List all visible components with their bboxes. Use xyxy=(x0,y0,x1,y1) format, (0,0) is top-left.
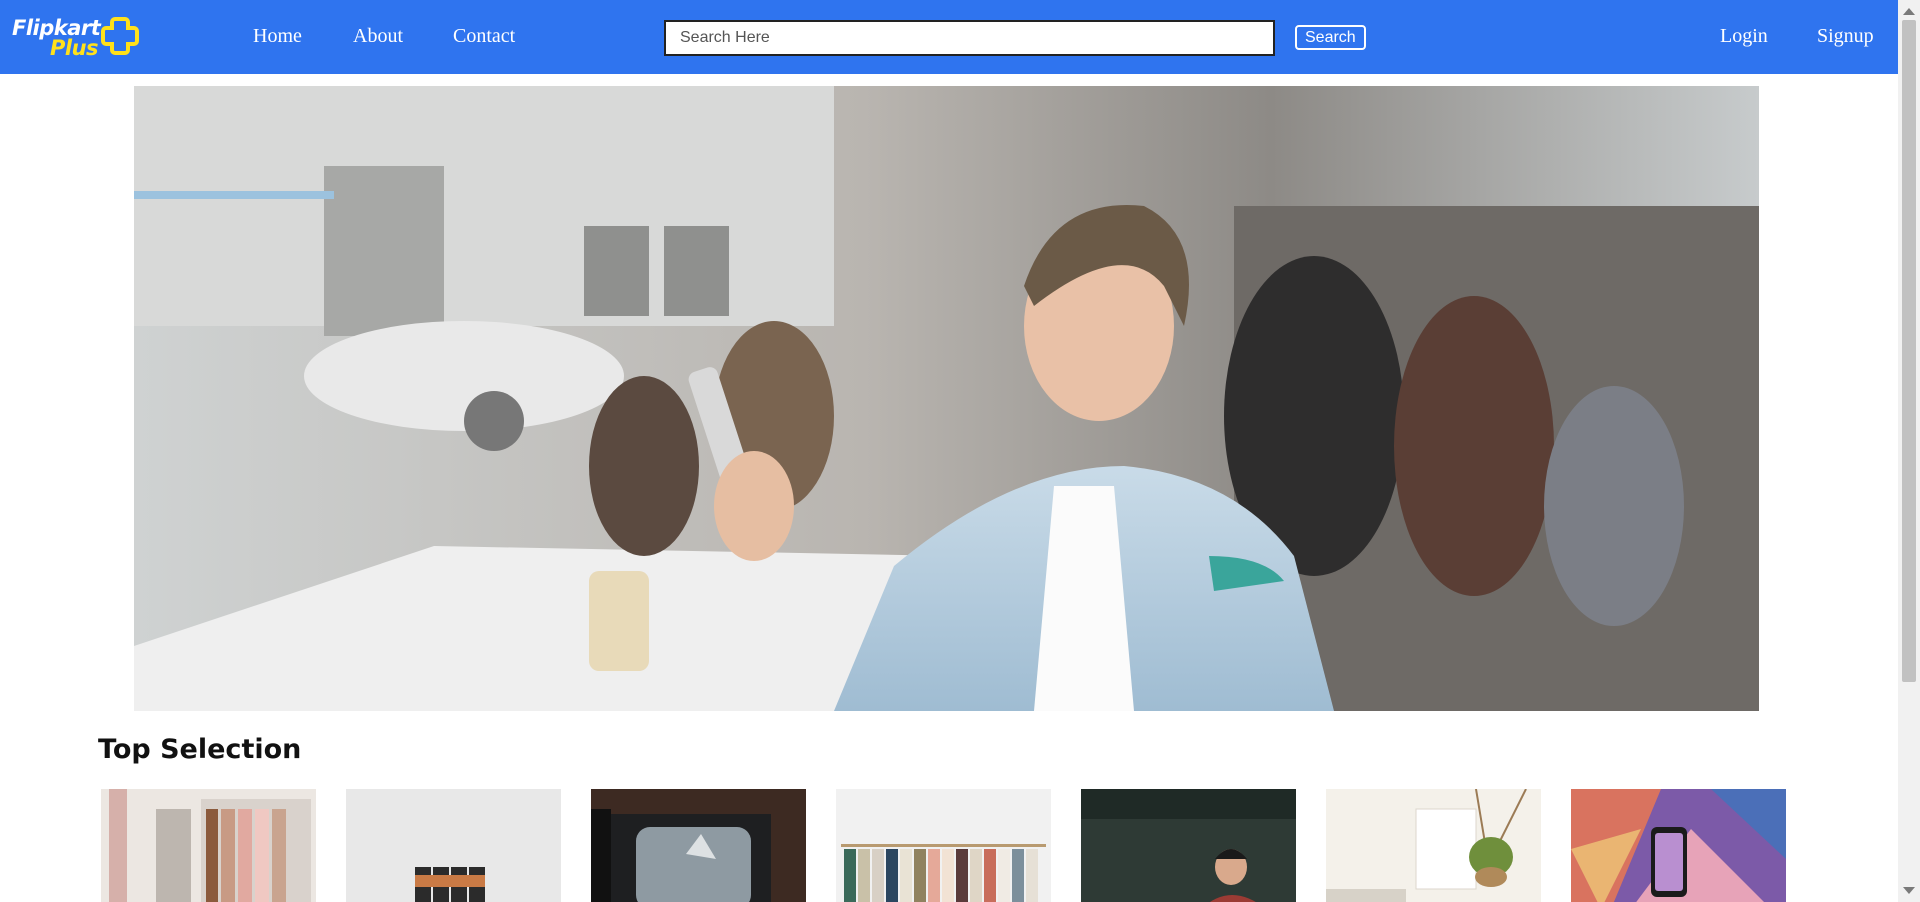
nav-about-link[interactable]: About xyxy=(353,25,403,48)
product-card[interactable] xyxy=(1571,789,1786,902)
plus-logo-icon xyxy=(101,17,139,55)
product-card[interactable] xyxy=(836,789,1051,902)
brand-logo[interactable]: Flipkart Plus xyxy=(12,14,142,60)
hero-photo-man-with-phone-icon xyxy=(134,86,1759,711)
nav-contact-link[interactable]: Contact xyxy=(453,25,515,48)
clothing-rail-icon xyxy=(836,789,1051,902)
search-input[interactable] xyxy=(664,20,1275,56)
person-dark-room-icon xyxy=(1081,789,1296,902)
hero-banner-image xyxy=(134,86,1759,711)
top-navbar: Flipkart Plus Home About Contact Search … xyxy=(0,0,1898,74)
search-button[interactable]: Search xyxy=(1295,25,1366,50)
product-card[interactable] xyxy=(346,789,561,902)
login-link[interactable]: Login xyxy=(1720,25,1768,48)
product-card[interactable] xyxy=(1326,789,1541,902)
batteries-icon xyxy=(346,789,561,902)
scroll-down-arrow-icon[interactable] xyxy=(1903,887,1915,894)
nav-home-link[interactable]: Home xyxy=(253,25,302,48)
product-card[interactable] xyxy=(591,789,806,902)
scroll-up-arrow-icon[interactable] xyxy=(1903,8,1915,15)
product-card[interactable] xyxy=(101,789,316,902)
section-title-top-selection: Top Selection xyxy=(98,734,302,765)
clothing-rack-room-icon xyxy=(101,789,316,902)
living-room-plant-icon xyxy=(1326,789,1541,902)
signup-link[interactable]: Signup xyxy=(1817,25,1874,48)
scrollbar-thumb[interactable] xyxy=(1902,20,1916,682)
phone-colorful-background-icon xyxy=(1571,789,1786,902)
retro-tv-icon xyxy=(591,789,806,902)
brand-name-line2: Plus xyxy=(50,36,99,60)
page-scrollbar[interactable] xyxy=(1898,0,1920,902)
product-card[interactable] xyxy=(1081,789,1296,902)
